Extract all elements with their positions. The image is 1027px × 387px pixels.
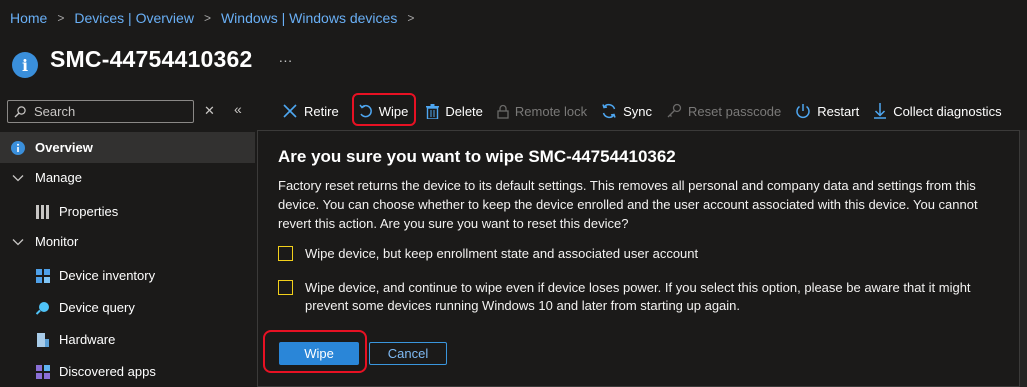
keep-enrollment-label: Wipe device, but keep enrollment state a… [305,246,699,261]
sidebar-item-label: Overview [35,140,93,155]
sidebar-item-hardware[interactable]: Hardware [0,324,255,355]
keep-enrollment-option: Wipe device, but keep enrollment state a… [278,245,1005,263]
remote-lock-label: Remote lock [514,103,588,119]
power-icon [795,103,811,119]
delete-button[interactable]: Delete [426,103,483,119]
page-title: SMC-44754410362 [50,45,253,72]
search-icon [14,105,26,117]
restart-label: Restart [817,103,860,119]
remote-lock-button[interactable]: Remote lock [497,104,587,119]
breadcrumb-separator: > [203,11,211,25]
lock-icon [497,104,509,119]
reset-passcode-label: Reset passcode [688,103,782,119]
wipe-confirmation-dialog: Are you sure you want to wipe SMC-447544… [257,130,1020,387]
sidebar-item-overview[interactable]: Overview [0,132,255,163]
sync-icon [601,103,617,119]
keep-enrollment-checkbox[interactable] [278,246,293,261]
key-icon [666,103,682,119]
search-box[interactable] [7,100,194,123]
breadcrumb-devices-overview[interactable]: Devices | Overview [74,10,194,26]
sidebar-item-properties[interactable]: Properties [0,196,255,227]
retire-button[interactable]: Retire [282,103,339,119]
search-input[interactable] [32,103,186,120]
reset-passcode-button[interactable]: Reset passcode [666,103,781,119]
sidebar-item-label: Properties [59,204,119,219]
cancel-button[interactable]: Cancel [369,342,447,365]
info-icon [11,140,25,155]
collect-diagnostics-button[interactable]: Collect diagnostics [873,103,1002,119]
sidebar-item-label: Device inventory [59,268,156,283]
breadcrumb-windows-devices[interactable]: Windows | Windows devices [221,10,397,26]
close-icon[interactable]: ✕ [204,103,215,119]
continue-on-power-loss-label: Wipe device, and continue to wipe even i… [305,280,971,313]
sidebar-item-device-query[interactable]: Device query [0,292,255,323]
sidebar-item-label: Manage [35,170,82,185]
collapse-icon[interactable]: « [234,101,242,117]
continue-on-power-loss-option: Wipe device, and continue to wipe even i… [278,279,1005,315]
properties-icon [36,204,50,219]
trash-icon [426,103,440,119]
continue-on-power-loss-checkbox[interactable] [278,280,293,295]
sidebar-group-monitor[interactable]: Monitor [0,226,255,257]
collect-diagnostics-label: Collect diagnostics [893,103,1002,119]
breadcrumb-separator: > [57,11,65,25]
retire-label: Retire [304,103,339,119]
wipe-button-highlight [352,93,416,126]
inventory-icon [36,268,50,283]
breadcrumb: Home > Devices | Overview > Windows | Wi… [10,10,418,26]
sync-label: Sync [623,103,653,119]
download-icon [873,103,887,119]
sidebar-item-discovered-apps[interactable]: Discovered apps [0,356,255,387]
hardware-icon [36,332,50,347]
chevron-down-icon [11,171,25,185]
more-options-icon[interactable]: ··· [278,52,292,68]
query-icon [36,301,50,315]
page-header: i SMC-44754410362 ··· [12,40,292,78]
sidebar-item-device-inventory[interactable]: Device inventory [0,260,255,291]
restart-button[interactable]: Restart [795,103,859,119]
dialog-body: Factory reset returns the device to its … [278,178,978,231]
sync-button[interactable]: Sync [601,103,652,119]
confirm-wipe-button[interactable]: Wipe [279,342,359,365]
sidebar-item-label: Discovered apps [59,364,156,379]
apps-icon [36,364,50,379]
sidebar-group-manage[interactable]: Manage [0,162,255,193]
sidebar-item-label: Monitor [35,234,79,249]
breadcrumb-separator: > [407,11,415,25]
background-content [1020,130,1027,387]
chevron-down-icon [11,235,25,249]
sidebar-item-label: Device query [59,300,135,315]
device-info-icon: i [12,52,38,78]
close-icon [282,103,298,119]
delete-label: Delete [445,103,483,119]
breadcrumb-home[interactable]: Home [10,10,47,26]
sidebar-item-label: Hardware [59,332,116,347]
dialog-title: Are you sure you want to wipe SMC-447544… [278,147,676,166]
